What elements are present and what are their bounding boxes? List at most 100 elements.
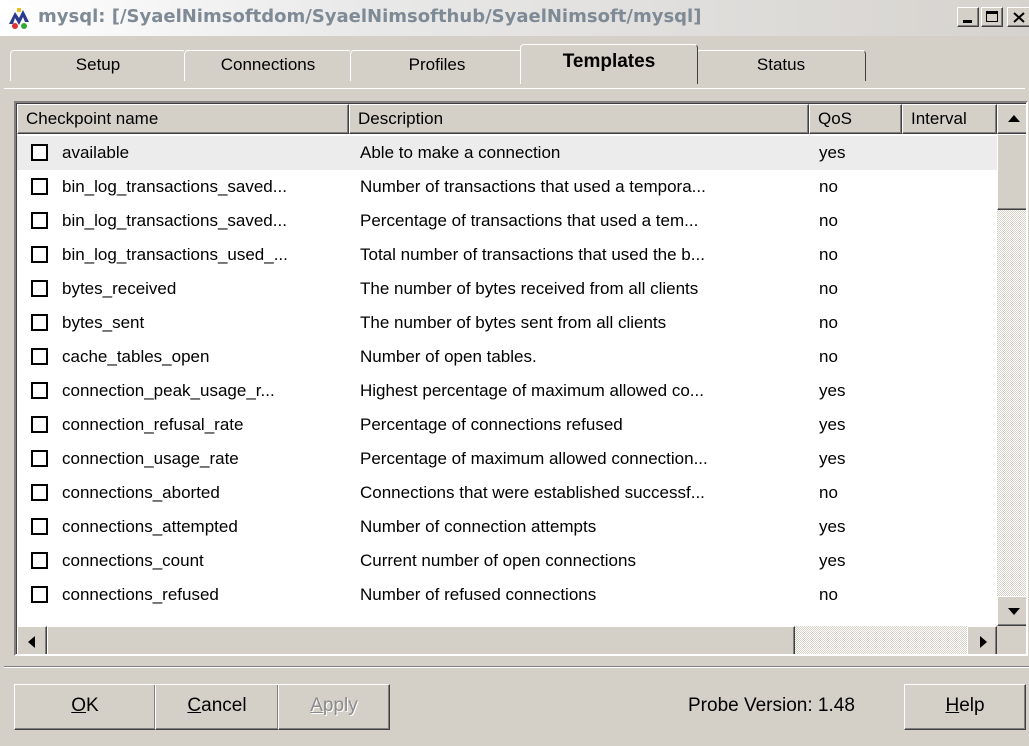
title-bar[interactable]: mysql: [/SyaelNimsoftdom/SyaelNimsofthub… [0,0,1029,36]
cancel-button[interactable]: Cancel [155,684,279,730]
column-header-checkpoint-name[interactable]: Checkpoint name [17,104,349,134]
table-row[interactable]: connection_peak_usage_r... Highest percen… [17,374,997,408]
scroll-up-button[interactable] [997,104,1026,134]
row-checkbox[interactable] [31,144,48,161]
scroll-corner [997,626,1026,654]
cell-qos: no [819,483,838,502]
probe-config-window: mysql: [/SyaelNimsoftdom/SyaelNimsofthub… [0,0,1029,746]
row-checkbox[interactable] [31,246,48,263]
cell-qos: no [819,313,838,332]
row-checkbox[interactable] [31,552,48,569]
table-row[interactable]: connections_count Current number of open … [17,544,997,578]
arrow-right-icon [980,636,987,648]
vertical-scrollbar[interactable] [997,104,1026,626]
table-row[interactable]: available Able to make a connection yes [17,136,997,170]
window-title: mysql: [/SyaelNimsoftdom/SyaelNimsofthub… [38,6,702,27]
ok-button-accel: O [71,695,87,716]
cell-checkpoint-name: connection_usage_rate [62,449,239,468]
table-row[interactable]: connections_aborted Connections that were… [17,476,997,510]
close-icon [1013,12,1025,23]
cell-qos: no [819,585,838,604]
tab-connections[interactable]: Connections [184,50,352,81]
list-header: Checkpoint name Description QoS Interval [17,104,997,134]
cell-description: Percentage of maximum allowed connection… [360,449,708,468]
tab-templates[interactable]: Templates [520,44,698,84]
scroll-right-button[interactable] [967,626,997,654]
cell-checkpoint-name: connections_aborted [62,483,220,502]
horizontal-scroll-thumb[interactable] [47,626,795,654]
row-checkbox[interactable] [31,178,48,195]
cell-qos: yes [819,381,846,400]
row-checkbox[interactable] [31,586,48,603]
row-checkbox[interactable] [31,348,48,365]
cell-qos: yes [819,143,846,162]
table-row[interactable]: bytes_received The number of bytes receiv… [17,272,997,306]
row-checkbox[interactable] [31,382,48,399]
table-row[interactable]: bin_log_transactions_used_... Total numbe… [17,238,997,272]
cell-qos: no [819,211,838,230]
apply-button[interactable]: Apply [278,684,390,730]
tab-setup[interactable]: Setup [10,50,186,81]
table-row[interactable]: connections_attempted Number of connectio… [17,510,997,544]
cell-checkpoint-name: bin_log_transactions_saved... [62,177,287,196]
cell-checkpoint-name: bin_log_transactions_saved... [62,211,287,230]
cell-qos: yes [819,517,846,536]
cell-checkpoint-name: bin_log_transactions_used_... [62,245,288,264]
maximize-button[interactable] [981,7,1003,27]
scroll-down-button[interactable] [997,596,1026,626]
cell-checkpoint-name: available [62,143,130,162]
close-button[interactable] [1007,7,1029,27]
cell-description: Percentage of connections refused [360,415,623,434]
help-button-accel: H [945,695,960,716]
checkpoint-list[interactable]: Checkpoint name Description QoS Interval… [14,101,1028,656]
cell-description: Number of refused connections [360,585,597,604]
cancel-button-label: ancel [201,695,247,716]
cell-checkpoint-name: cache_tables_open [62,347,210,366]
row-checkbox[interactable] [31,212,48,229]
row-checkbox[interactable] [31,416,48,433]
table-row[interactable]: bin_log_transactions_saved... Percentage … [17,204,997,238]
minimize-icon [963,20,972,23]
ok-button[interactable]: OK [14,684,156,730]
maximize-icon [986,11,998,22]
help-button[interactable]: Help [904,684,1026,730]
table-row[interactable]: bin_log_transactions_saved... Number of t… [17,170,997,204]
cell-checkpoint-name: connection_refusal_rate [62,415,244,434]
tab-status[interactable]: Status [696,50,866,81]
horizontal-scrollbar[interactable] [17,626,997,654]
scroll-left-button[interactable] [17,626,47,654]
row-checkbox[interactable] [31,484,48,501]
cell-qos: yes [819,415,846,434]
column-header-description[interactable]: Description [349,104,809,134]
tab-baseline [4,88,1025,91]
row-checkbox[interactable] [31,280,48,297]
cell-checkpoint-name: connections_attempted [62,517,238,536]
cell-checkpoint-name: bytes_received [62,279,177,298]
tab-profiles[interactable]: Profiles [350,50,524,81]
cell-checkpoint-name: connection_peak_usage_r... [62,381,275,400]
table-row[interactable]: cache_tables_open Number of open tables. n… [17,340,997,374]
cell-description: Current number of open connections [360,551,636,570]
cell-qos: yes [819,449,846,468]
apply-button-accel: A [310,695,323,716]
cell-qos: no [819,245,838,264]
cell-checkpoint-name: connections_count [62,551,204,570]
column-header-interval[interactable]: Interval [902,104,997,134]
row-checkbox[interactable] [31,450,48,467]
table-row[interactable]: connections_refused Number of refused con… [17,578,997,612]
arrow-up-icon [1008,115,1020,122]
nimsoft-probe-icon [6,6,32,30]
cell-qos: yes [819,551,846,570]
column-header-qos[interactable]: QoS [809,104,902,134]
vertical-scroll-thumb[interactable] [997,134,1026,210]
cell-description: The number of bytes sent from all client… [360,313,667,332]
table-row[interactable]: bytes_sent The number of bytes sent from … [17,306,997,340]
minimize-button[interactable] [957,7,979,27]
cell-qos: no [819,279,838,298]
row-checkbox[interactable] [31,518,48,535]
table-row[interactable]: connection_refusal_rate Percentage of con… [17,408,997,442]
cell-description: Connections that were established succes… [360,483,705,502]
cell-description: Number of open tables. [360,347,537,366]
table-row[interactable]: connection_usage_rate Percentage of maxim… [17,442,997,476]
row-checkbox[interactable] [31,314,48,331]
